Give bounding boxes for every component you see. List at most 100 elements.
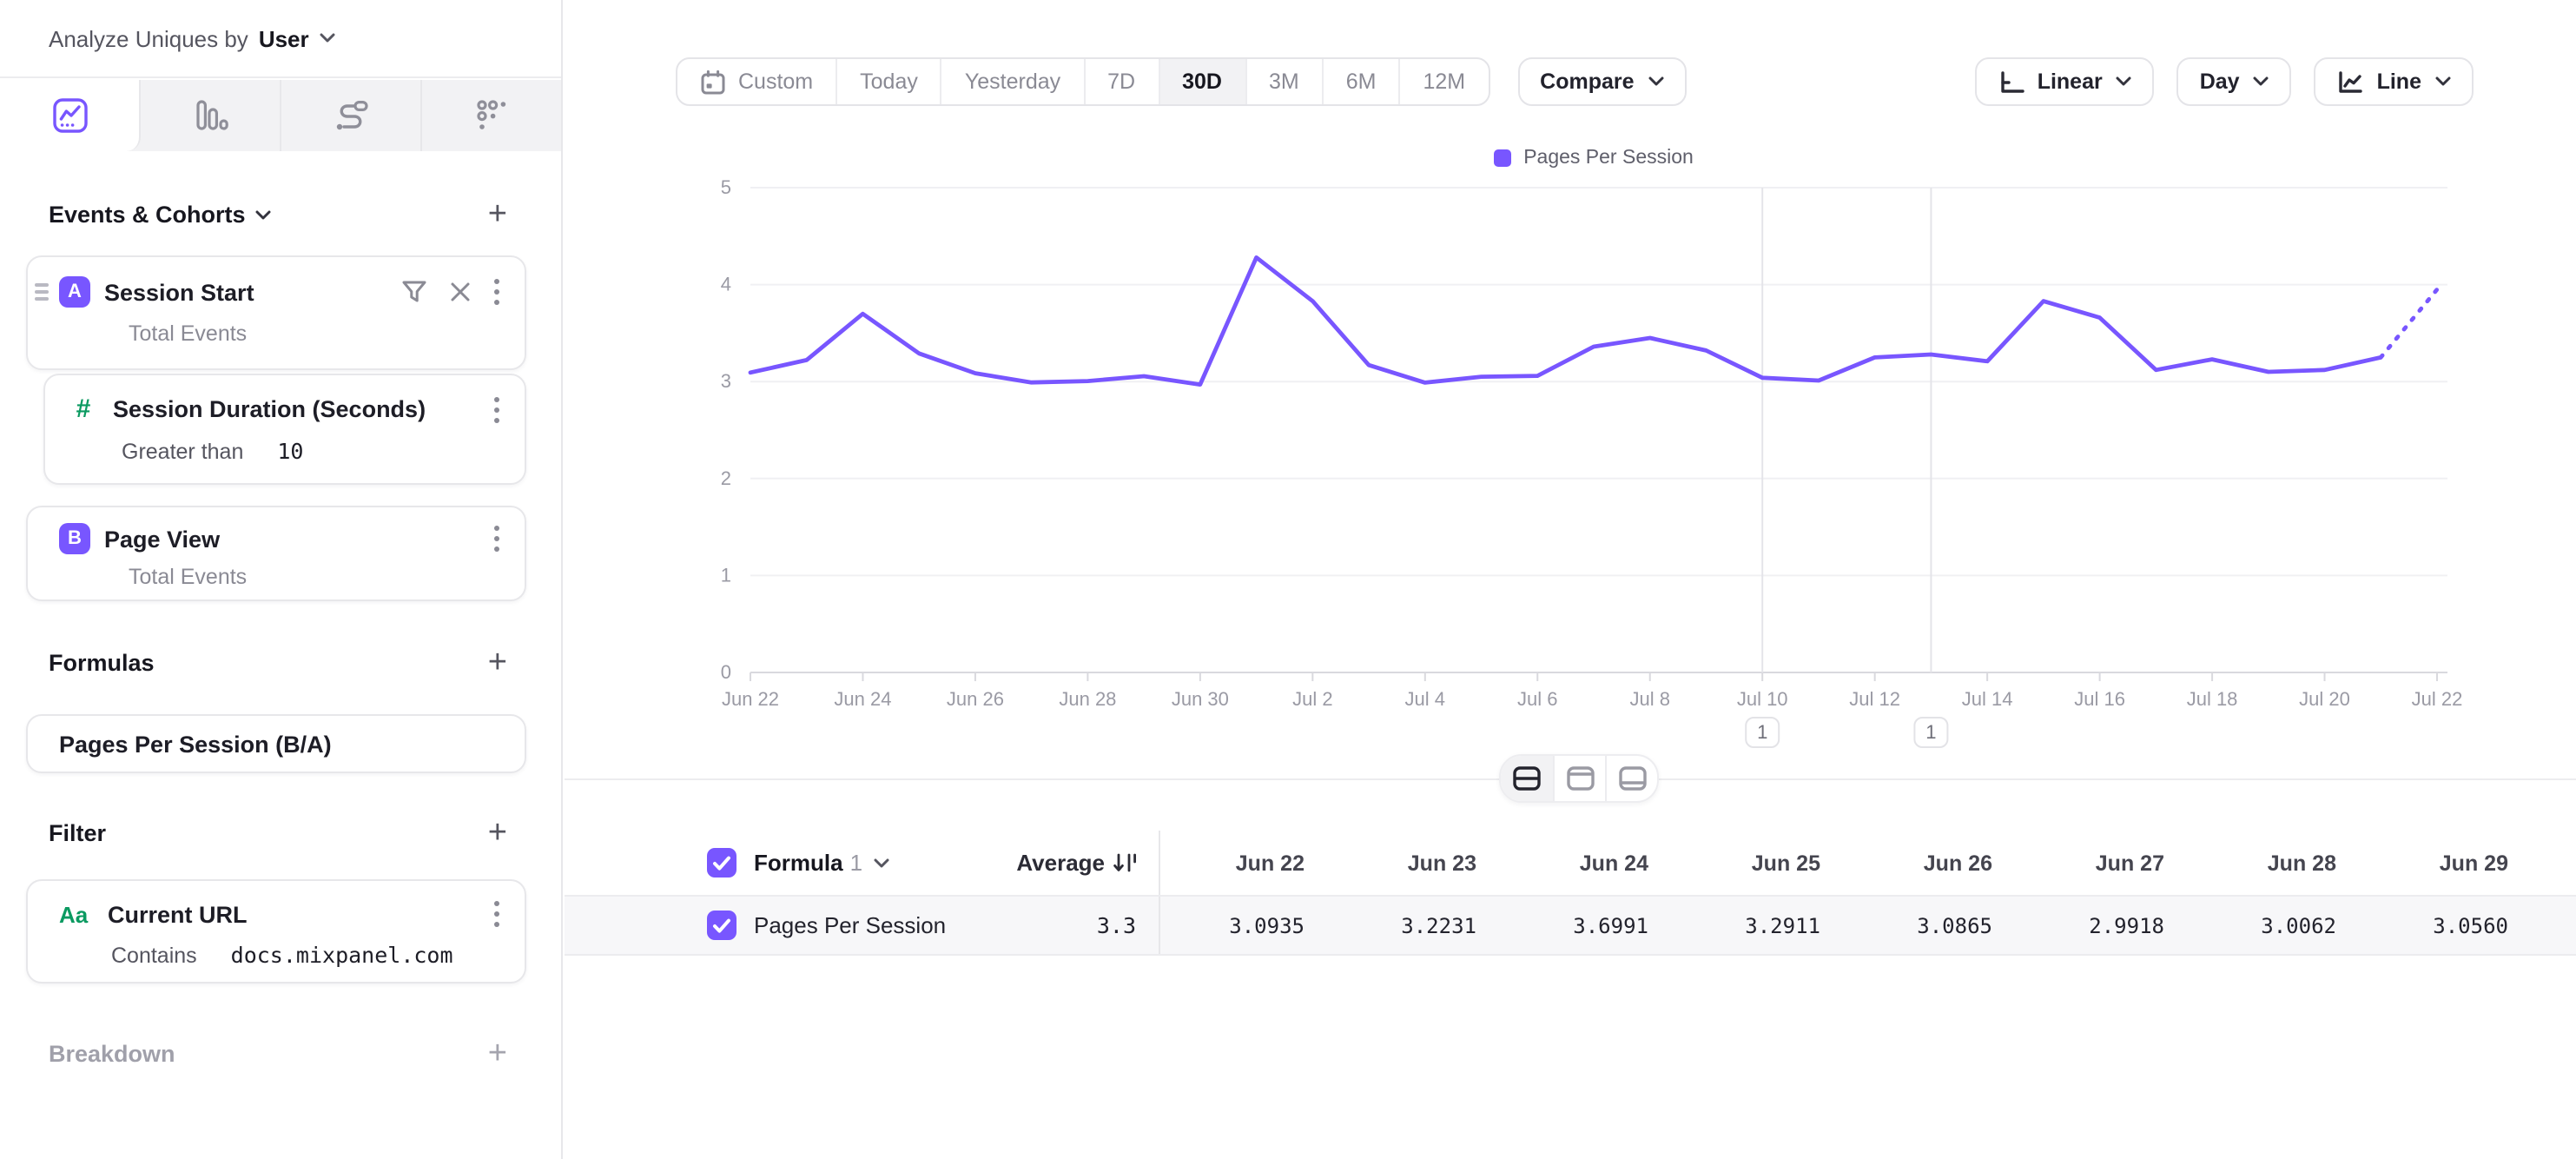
kebab-menu-icon[interactable] — [493, 900, 500, 928]
chevron-down-icon[interactable] — [256, 209, 272, 220]
event-measure[interactable]: Total Events — [28, 554, 525, 589]
filter-value[interactable]: docs.mixpanel.com — [231, 942, 453, 968]
x-axis-label: Jun 22 — [722, 688, 779, 710]
table-col-header: Jun 22 — [1160, 851, 1332, 875]
remove-x-icon[interactable] — [450, 281, 471, 302]
range-today[interactable]: Today — [836, 59, 941, 104]
check-icon — [712, 854, 731, 871]
filter-operator[interactable]: Greater than — [122, 440, 243, 464]
date-range-group: Custom Today Yesterday 7D 30D 3M 6M 12M — [676, 57, 1489, 106]
string-property-icon: Aa — [59, 901, 94, 927]
table-cell: 3.2911 — [1676, 913, 1848, 937]
annotation-badge[interactable]: 1 — [1914, 718, 1947, 747]
kebab-menu-icon[interactable] — [493, 525, 500, 553]
view-split-button[interactable] — [1501, 756, 1553, 801]
event-name[interactable]: Page View — [104, 526, 220, 552]
formulas-section-header: Formulas + — [49, 650, 507, 676]
table-col-header: Jun 23 — [1332, 851, 1504, 875]
y-axis-label: 3 — [721, 370, 731, 392]
select-all-checkbox[interactable] — [707, 848, 736, 878]
data-table: Formula 1 Average Jun 22 Jun 23 Jun 24 J… — [565, 831, 2576, 956]
event-measure[interactable]: Total Events — [28, 308, 525, 346]
chart-line-projected[interactable] — [2381, 289, 2437, 357]
funnels-bars-icon — [192, 97, 228, 134]
row-average-value: 3.3 — [1097, 912, 1159, 938]
granularity-button[interactable]: Day — [2177, 57, 2292, 106]
kebab-menu-icon[interactable] — [493, 278, 500, 306]
add-event-button[interactable]: + — [488, 202, 507, 227]
x-axis-label: Jul 6 — [1517, 688, 1557, 710]
compare-button[interactable]: Compare — [1517, 57, 1686, 106]
formula-card[interactable]: Pages Per Session (B/A) — [26, 714, 526, 773]
table-col-header: Jun 27 — [2020, 851, 2192, 875]
range-custom[interactable]: Custom — [677, 59, 836, 104]
retention-dots-icon — [473, 97, 510, 134]
add-breakdown-button[interactable]: + — [488, 1042, 507, 1066]
average-sort-header[interactable]: Average — [1016, 850, 1159, 876]
event-badge-a: A — [59, 276, 90, 308]
chart-display-controls: Linear Day Line — [1975, 57, 2474, 106]
annotation-badge[interactable]: 1 — [1746, 718, 1779, 747]
range-6m[interactable]: 6M — [1322, 59, 1399, 104]
filter-funnel-icon[interactable] — [401, 280, 427, 304]
tab-flows[interactable] — [281, 80, 422, 151]
filter-value[interactable]: 10 — [277, 438, 303, 464]
tab-funnels[interactable] — [141, 80, 281, 151]
event-card-page-view[interactable]: B Page View Total Events — [26, 506, 526, 601]
table-row[interactable]: Pages Per Session 3.3 3.0935 3.2231 3.69… — [565, 897, 2576, 956]
filter-property-name[interactable]: Current URL — [108, 901, 248, 927]
svg-text:1: 1 — [1925, 721, 1936, 743]
tab-retention[interactable] — [422, 80, 561, 151]
chart-type-button[interactable]: Line — [2315, 57, 2474, 106]
view-chart-button[interactable] — [1553, 756, 1605, 801]
filter-card-current-url[interactable]: Aa Current URL Contains docs.mixpanel.co… — [26, 879, 526, 983]
drag-handle-icon[interactable] — [35, 283, 49, 300]
view-mode-toggle — [1499, 754, 1659, 803]
row-checkbox[interactable] — [707, 911, 736, 940]
inline-filter-card-session-duration[interactable]: # Session Duration (Seconds) Greater tha… — [43, 374, 526, 485]
range-3m[interactable]: 3M — [1245, 59, 1322, 104]
y-axis-label: 2 — [721, 467, 731, 489]
x-axis-label: Jul 18 — [2187, 688, 2238, 710]
event-badge-b: B — [59, 523, 90, 554]
calendar-icon — [700, 69, 726, 95]
x-axis-label: Jul 20 — [2299, 688, 2350, 710]
y-axis-label: 4 — [721, 274, 731, 295]
y-axis-label: 0 — [721, 661, 731, 683]
range-12m[interactable]: 12M — [1399, 59, 1489, 104]
chart-view-icon — [1566, 766, 1594, 791]
range-7d[interactable]: 7D — [1083, 59, 1158, 104]
analyze-value-dropdown[interactable]: User — [259, 25, 309, 51]
chevron-down-icon — [2254, 76, 2269, 87]
scale-button[interactable]: Linear — [1975, 57, 2155, 106]
events-section-title: Events & Cohorts — [49, 202, 246, 228]
table-date-headers: Jun 22 Jun 23 Jun 24 Jun 25 Jun 26 Jun 2… — [1160, 831, 2536, 895]
range-30d[interactable]: 30D — [1158, 59, 1245, 104]
check-icon — [712, 917, 731, 934]
event-card-session-start[interactable]: A Session Start Total Events — [26, 255, 526, 370]
table-cell: 3.0062 — [2192, 913, 2364, 937]
analyze-header: Analyze Uniques by User — [0, 0, 561, 78]
query-sidebar: Analyze Uniques by User — [0, 0, 563, 1159]
kebab-menu-icon[interactable] — [493, 395, 500, 423]
table-view-icon — [1618, 766, 1646, 791]
filter-property-name[interactable]: Session Duration (Seconds) — [113, 396, 426, 422]
add-filter-button[interactable]: + — [488, 821, 507, 845]
event-name[interactable]: Session Start — [104, 279, 254, 305]
report-type-tabs — [0, 80, 561, 151]
add-formula-button[interactable]: + — [488, 651, 507, 675]
analyze-label: Analyze Uniques by — [49, 25, 248, 51]
flows-icon — [332, 97, 370, 134]
view-table-button[interactable] — [1605, 756, 1657, 801]
chart-line[interactable] — [750, 257, 2381, 384]
breakdown-section-header: Breakdown + — [49, 1041, 507, 1067]
breakdown-section-title: Breakdown — [49, 1041, 175, 1067]
chevron-down-icon — [2435, 76, 2451, 87]
x-axis-label: Jun 24 — [834, 688, 891, 710]
chevron-down-icon — [1648, 76, 1664, 87]
range-yesterday[interactable]: Yesterday — [941, 59, 1083, 104]
filter-operator[interactable]: Contains — [111, 944, 197, 968]
tab-insights[interactable] — [0, 80, 141, 151]
formula-expression[interactable]: Pages Per Session (B/A) — [59, 731, 332, 757]
series-dropdown[interactable]: Formula 1 — [754, 850, 888, 876]
